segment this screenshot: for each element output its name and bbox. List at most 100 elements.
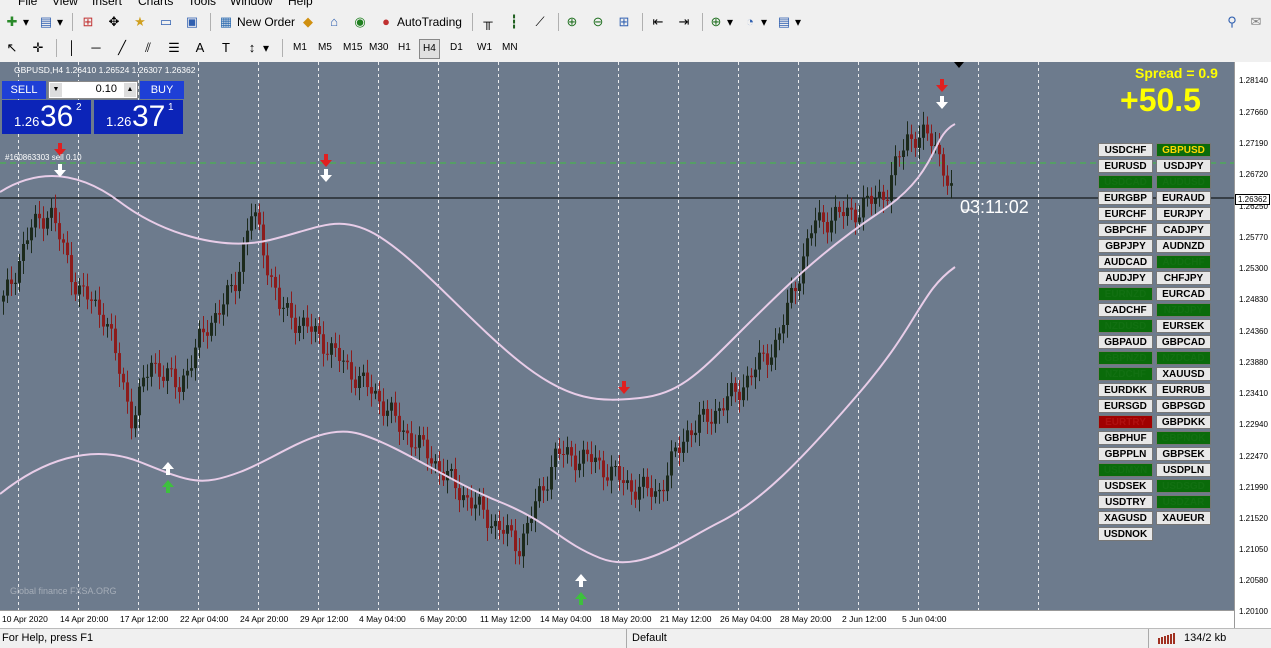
autotrading-button[interactable]: ● AutoTrading bbox=[378, 12, 462, 32]
menu-file[interactable]: File bbox=[18, 0, 37, 8]
pair-button-gbpsek[interactable]: GBPSEK bbox=[1156, 447, 1211, 461]
chart-area[interactable]: GBPUSD,H4 1.26410 1.26524 1.26307 1.2636… bbox=[0, 62, 1234, 610]
pair-button-eurchf[interactable]: EURCHF bbox=[1098, 207, 1153, 221]
pair-button-xauusd[interactable]: XAUUSD bbox=[1156, 367, 1211, 381]
fibonacci-button[interactable]: ☰ bbox=[166, 38, 182, 58]
periods-button[interactable]: ◔ ▾ bbox=[742, 12, 767, 32]
pair-button-usdchf[interactable]: USDCHF bbox=[1098, 143, 1153, 157]
menu-charts[interactable]: Charts bbox=[138, 0, 173, 8]
pair-button-usdpln[interactable]: USDPLN bbox=[1156, 463, 1211, 477]
templates-button[interactable]: ▤ ▾ bbox=[776, 12, 801, 32]
pair-button-audnzd[interactable]: AUDNZD bbox=[1156, 239, 1211, 253]
pair-button-gbpchf[interactable]: GBPCHF bbox=[1098, 223, 1153, 237]
ask-price[interactable]: 1.26 37 1 bbox=[94, 100, 183, 134]
profiles-button[interactable]: ▤ ▾ bbox=[38, 12, 63, 32]
new-chart-button[interactable]: ✚ ▾ bbox=[4, 12, 29, 32]
pair-button-eurgbp[interactable]: EURGBP bbox=[1098, 191, 1153, 205]
tf-d1[interactable]: D1 bbox=[447, 39, 466, 57]
tf-w1[interactable]: W1 bbox=[474, 39, 495, 57]
pair-button-eurcad[interactable]: EURCAD bbox=[1156, 287, 1211, 301]
pair-button-eurusd[interactable]: EURUSD bbox=[1098, 159, 1153, 173]
pair-button-eursek[interactable]: EURSEK bbox=[1156, 319, 1211, 333]
tf-mn[interactable]: MN bbox=[499, 39, 521, 57]
menu-tools[interactable]: Tools bbox=[188, 0, 216, 8]
pair-button-gbpcad[interactable]: GBPCAD bbox=[1156, 335, 1211, 349]
pair-button-usdsgd[interactable]: USDSGD bbox=[1156, 479, 1211, 493]
news-button[interactable]: ◉ bbox=[352, 12, 368, 32]
pair-button-gbpsgd[interactable]: GBPSGD bbox=[1156, 399, 1211, 413]
pair-button-xagusd[interactable]: XAGUSD bbox=[1098, 511, 1153, 525]
pair-button-gbppln[interactable]: GBPPLN bbox=[1098, 447, 1153, 461]
signals-button[interactable]: ⌂ bbox=[326, 12, 342, 32]
pair-button-eursgd[interactable]: EURSGD bbox=[1098, 399, 1153, 413]
arrows-button[interactable]: ↕ ▾ bbox=[244, 38, 269, 58]
market-watch-button[interactable]: ⊞ bbox=[80, 12, 96, 32]
pair-button-eurnzd[interactable]: EURNZD bbox=[1098, 287, 1153, 301]
pair-button-nzdchf[interactable]: NZDCHF bbox=[1098, 367, 1153, 381]
channel-button[interactable]: ⫽ bbox=[140, 38, 156, 58]
chat-button[interactable]: ✉ bbox=[1248, 12, 1264, 32]
text-label-button[interactable]: T bbox=[218, 38, 234, 58]
data-window-button[interactable]: ✥ bbox=[106, 12, 122, 32]
text-button[interactable]: A bbox=[192, 38, 208, 58]
pair-button-nzdjpy[interactable]: NZDJPY bbox=[1156, 303, 1211, 317]
lot-size-input[interactable]: ▼ 0.10 ▲ bbox=[48, 81, 138, 99]
candlestick-button[interactable]: ┇ bbox=[506, 12, 522, 32]
pair-button-audchf[interactable]: AUDCHF bbox=[1156, 255, 1211, 269]
menu-window[interactable]: Window bbox=[230, 0, 273, 8]
zoom-in-button[interactable]: ⊕ bbox=[564, 12, 580, 32]
crosshair-button[interactable]: ✛ bbox=[30, 38, 46, 58]
pair-button-gbpnok[interactable]: GBPNOK bbox=[1156, 431, 1211, 445]
metaeditor-button[interactable]: ◆ bbox=[300, 12, 316, 32]
pair-button-chfjpy[interactable]: CHFJPY bbox=[1156, 271, 1211, 285]
new-order-button[interactable]: ▦ New Order bbox=[218, 12, 295, 32]
pair-button-audcad[interactable]: AUDCAD bbox=[1098, 255, 1153, 269]
pair-button-audusd[interactable]: AUDUSD bbox=[1156, 175, 1211, 189]
line-chart-button[interactable]: ⟋ bbox=[532, 12, 548, 32]
chart-shift-button[interactable]: ⇥ bbox=[676, 12, 692, 32]
zoom-out-button[interactable]: ⊖ bbox=[590, 12, 606, 32]
pair-button-euraud[interactable]: EURAUD bbox=[1156, 191, 1211, 205]
pair-button-cadjpy[interactable]: CADJPY bbox=[1156, 223, 1211, 237]
bid-price[interactable]: 1.26 36 2 bbox=[2, 100, 91, 134]
lot-increase-button[interactable]: ▲ bbox=[124, 83, 136, 97]
buy-button[interactable]: BUY bbox=[140, 81, 184, 99]
pair-button-gbpaud[interactable]: GBPAUD bbox=[1098, 335, 1153, 349]
pair-button-nzdcad[interactable]: NZDCAD bbox=[1156, 351, 1211, 365]
terminal-button[interactable]: ▭ bbox=[158, 12, 174, 32]
cursor-button[interactable]: ↖ bbox=[4, 38, 20, 58]
pair-button-usdsek[interactable]: USDSEK bbox=[1098, 479, 1153, 493]
pair-button-gbpjpy[interactable]: GBPJPY bbox=[1098, 239, 1153, 253]
sell-button[interactable]: SELL bbox=[2, 81, 46, 99]
pair-button-eurjpy[interactable]: EURJPY bbox=[1156, 207, 1211, 221]
tile-windows-button[interactable]: ⊞ bbox=[616, 12, 632, 32]
strategy-tester-button[interactable]: ▣ bbox=[184, 12, 200, 32]
search-button[interactable]: ⚲ bbox=[1224, 12, 1240, 32]
pair-button-usdjpy[interactable]: USDJPY bbox=[1156, 159, 1211, 173]
menu-insert[interactable]: Insert bbox=[92, 0, 122, 8]
pair-button-eurtry[interactable]: EURTRY bbox=[1098, 415, 1153, 429]
indicators-button[interactable]: ⊕ ▾ bbox=[708, 12, 733, 32]
pair-button-gbpusd[interactable]: GBPUSD bbox=[1156, 143, 1211, 157]
pair-button-usdcad[interactable]: USDCAD bbox=[1098, 175, 1153, 189]
pair-button-eurrub[interactable]: EURRUB bbox=[1156, 383, 1211, 397]
price-chart[interactable] bbox=[0, 62, 1234, 610]
vertical-line-button[interactable]: │ bbox=[64, 38, 80, 58]
horizontal-line-button[interactable]: ─ bbox=[88, 38, 104, 58]
navigator-button[interactable]: ★ bbox=[132, 12, 148, 32]
menu-help[interactable]: Help bbox=[288, 0, 313, 8]
pair-button-cadchf[interactable]: CADCHF bbox=[1098, 303, 1153, 317]
pair-button-usdnok[interactable]: USDNOK bbox=[1098, 527, 1153, 541]
pair-button-gbpnzd[interactable]: GBPNZD bbox=[1098, 351, 1153, 365]
pair-button-nzdusd[interactable]: NZDUSD bbox=[1098, 319, 1153, 333]
pair-button-usdzar[interactable]: USDZAR bbox=[1156, 495, 1211, 509]
lot-decrease-button[interactable]: ▼ bbox=[50, 83, 62, 97]
pair-button-usdmxn[interactable]: USDMXN bbox=[1098, 463, 1153, 477]
tf-m30[interactable]: M30 bbox=[366, 39, 391, 57]
menu-view[interactable]: View bbox=[52, 0, 78, 8]
tf-h1[interactable]: H1 bbox=[395, 39, 414, 57]
pair-button-xaueur[interactable]: XAUEUR bbox=[1156, 511, 1211, 525]
pair-button-gbphuf[interactable]: GBPHUF bbox=[1098, 431, 1153, 445]
tf-m15[interactable]: M15 bbox=[340, 39, 365, 57]
trendline-button[interactable]: ╱ bbox=[114, 38, 130, 58]
